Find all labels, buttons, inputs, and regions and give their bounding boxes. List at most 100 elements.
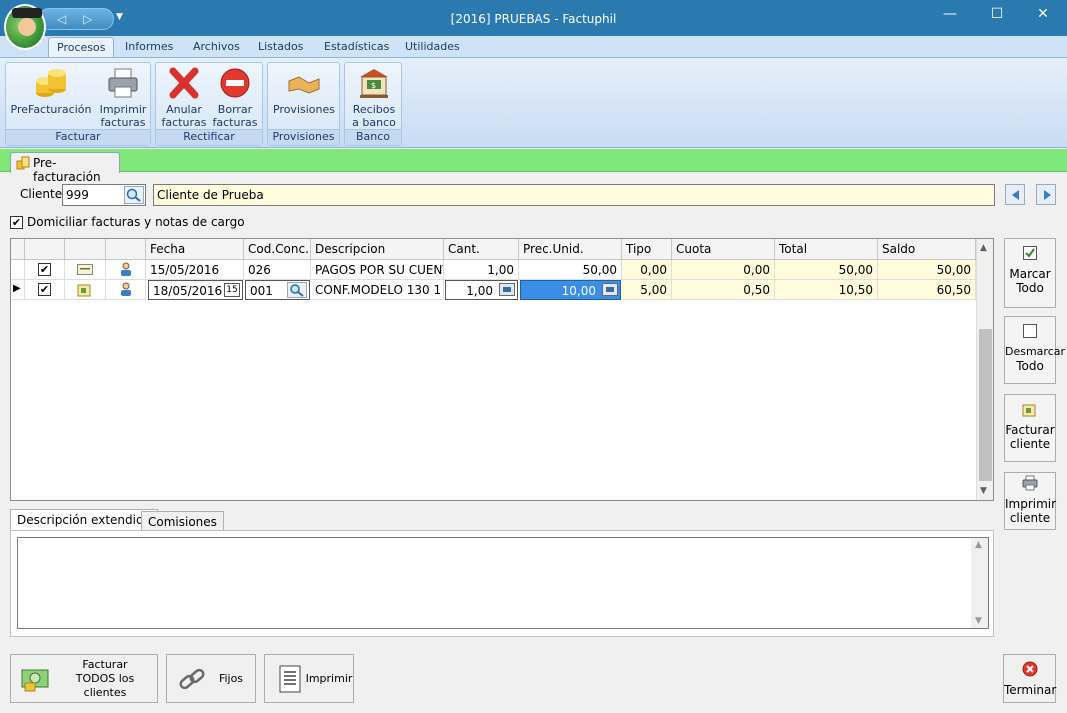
svg-text:$: $ [371, 81, 376, 90]
row-checkbox[interactable]: ✔ [38, 283, 51, 296]
document-icon [279, 665, 301, 693]
tab-listados[interactable]: Listados [258, 40, 303, 53]
cliente-label: Cliente [20, 187, 63, 201]
fecha-date-input[interactable]: 18/05/2016 15 [148, 280, 243, 300]
previous-client-button[interactable] [1005, 184, 1025, 205]
row-checkbox[interactable]: ✔ [38, 263, 51, 276]
facturar-cliente-button[interactable]: Facturar cliente [1004, 394, 1056, 462]
column-header-cuota[interactable]: Cuota [672, 239, 775, 260]
handshake-icon [287, 67, 321, 99]
column-header-fecha[interactable]: Fecha [146, 239, 244, 260]
no-entry-icon [218, 67, 252, 99]
calculator-icon[interactable] [602, 283, 618, 296]
tab-utilidades[interactable]: Utilidades [405, 40, 460, 53]
scroll-down-icon[interactable]: ▼ [980, 486, 987, 496]
column-header-total[interactable]: Total [775, 239, 878, 260]
scroll-thumb[interactable] [979, 329, 992, 481]
prec-unid-input[interactable]: 10,00 [520, 280, 621, 300]
ribbon-tab-bar: Procesos Informes Archivos Listados Esta… [0, 36, 1067, 59]
borrar-facturas-button[interactable]: Borrar facturas [211, 67, 259, 129]
invoice-lines-grid[interactable]: Fecha Cod.Conc. Descripcion Cant. Prec.U… [10, 238, 994, 501]
close-button[interactable]: ✕ [1028, 6, 1058, 26]
coins-icon [16, 156, 30, 170]
row-type-cell [65, 280, 106, 300]
arrow-right-icon [1044, 190, 1051, 200]
row-type-cell [65, 260, 106, 280]
app-logo-icon[interactable] [4, 4, 46, 50]
header-type-icon [65, 239, 106, 260]
minimize-button[interactable]: — [935, 6, 965, 26]
row-cant[interactable]: 1,00 [444, 260, 519, 280]
user-icon [121, 262, 131, 276]
row-saldo: 50,00 [878, 260, 976, 280]
empty-box-icon [1022, 323, 1038, 339]
scroll-down-icon[interactable]: ▼ [975, 616, 982, 626]
table-row-check-cell[interactable]: ✔ [25, 280, 65, 300]
search-icon[interactable] [287, 282, 307, 298]
tab-estadisticas[interactable]: Estadísticas [324, 40, 389, 53]
tab-archivos[interactable]: Archivos [193, 40, 240, 53]
group-provisiones: Provisiones Provisiones [267, 62, 340, 146]
tab-informes[interactable]: Informes [125, 40, 173, 53]
tab-comisiones[interactable]: Comisiones [141, 511, 224, 531]
column-header-descripcion[interactable]: Descripcion [311, 239, 444, 260]
domiciliar-checkbox[interactable]: ✔ [10, 216, 23, 229]
document-tab-strip: Pre-facturación [0, 149, 1067, 184]
tab-descripcion-extendida[interactable]: Descripción extendida [10, 509, 158, 532]
row-descripcion[interactable]: PAGOS POR SU CUENTA [311, 260, 444, 280]
provisiones-button[interactable]: Provisiones [271, 67, 337, 116]
row-tipo: 0,00 [622, 260, 672, 280]
imprimir-button[interactable]: Imprimir [264, 654, 354, 703]
row-descripcion[interactable]: CONF.MODELO 130 1 T. [311, 280, 444, 300]
row-prec-unid[interactable]: 50,00 [519, 260, 622, 280]
close-circle-icon [1022, 661, 1038, 677]
cant-input[interactable]: 1,00 [445, 280, 518, 300]
recibos-a-banco-button[interactable]: $ Recibos a banco [349, 67, 399, 129]
column-header-cant[interactable]: Cant. [444, 239, 519, 260]
bank-icon: $ [357, 67, 391, 99]
imprimir-facturas-button[interactable]: Imprimir facturas [98, 67, 148, 129]
row-fecha[interactable]: 15/05/2016 [146, 260, 244, 280]
terminar-button[interactable]: Terminar [1003, 654, 1056, 703]
row-cod-conc[interactable]: 026 [244, 260, 311, 280]
header-user-icon [106, 239, 146, 260]
coins-icon [1022, 401, 1038, 417]
row-user-cell [106, 260, 146, 280]
maximize-button[interactable]: ☐ [982, 6, 1012, 26]
calendar-icon[interactable]: 15 [224, 283, 240, 297]
group-banco: $ Recibos a banco Banco [344, 62, 402, 146]
search-icon[interactable] [124, 186, 144, 204]
row-total: 10,50 [775, 280, 878, 300]
printer-icon [1022, 475, 1038, 491]
row-cuota: 0,00 [672, 260, 775, 280]
column-header-saldo[interactable]: Saldo [878, 239, 976, 260]
facturar-todos-button[interactable]: Facturar TODOS los clientes [10, 654, 158, 703]
column-header-prec-unid[interactable]: Prec.Unid. [519, 239, 622, 260]
grid-vertical-scrollbar[interactable]: ▲ ▼ [976, 239, 993, 500]
descripcion-extendida-textarea[interactable]: ▲ ▼ [17, 537, 989, 629]
cliente-code-input[interactable]: 999 [62, 184, 146, 206]
tab-procesos[interactable]: Procesos [48, 37, 115, 59]
group-label-facturar: Facturar [6, 129, 150, 145]
imprimir-cliente-button[interactable]: Imprimir cliente [1004, 472, 1056, 530]
desmarcar-todo-button[interactable]: Desmarcar Todo [1004, 316, 1065, 384]
title-bar: ◁ ▷ ▼ [2016] PRUEBAS - Factuphil — ☐ ✕ [0, 0, 1067, 36]
column-header-cod-conc[interactable]: Cod.Conc. [244, 239, 311, 260]
fijos-button[interactable]: Fijos [166, 654, 256, 703]
descripcion-panel: ▲ ▼ [10, 530, 994, 637]
scroll-up-icon[interactable]: ▲ [975, 540, 982, 550]
anular-facturas-button[interactable]: Anular facturas [160, 67, 208, 129]
table-row-check-cell[interactable]: ✔ [25, 260, 65, 280]
next-client-button[interactable] [1036, 184, 1056, 205]
calculator-icon[interactable] [499, 283, 515, 296]
cod-conc-input[interactable]: 001 [245, 280, 310, 300]
scroll-up-icon[interactable]: ▲ [980, 243, 987, 253]
tab-pre-facturacion[interactable]: Pre-facturación [10, 152, 120, 184]
group-facturar: PreFacturación Imprimir facturas Factura… [5, 62, 151, 146]
memo-scrollbar[interactable]: ▲ ▼ [971, 538, 988, 628]
coins-icon [77, 284, 91, 297]
row-indicator [11, 260, 25, 280]
prefacturacion-button[interactable]: PreFacturación [10, 67, 92, 116]
marcar-todo-button[interactable]: Marcar Todo [1004, 238, 1056, 308]
column-header-tipo[interactable]: Tipo [622, 239, 672, 260]
